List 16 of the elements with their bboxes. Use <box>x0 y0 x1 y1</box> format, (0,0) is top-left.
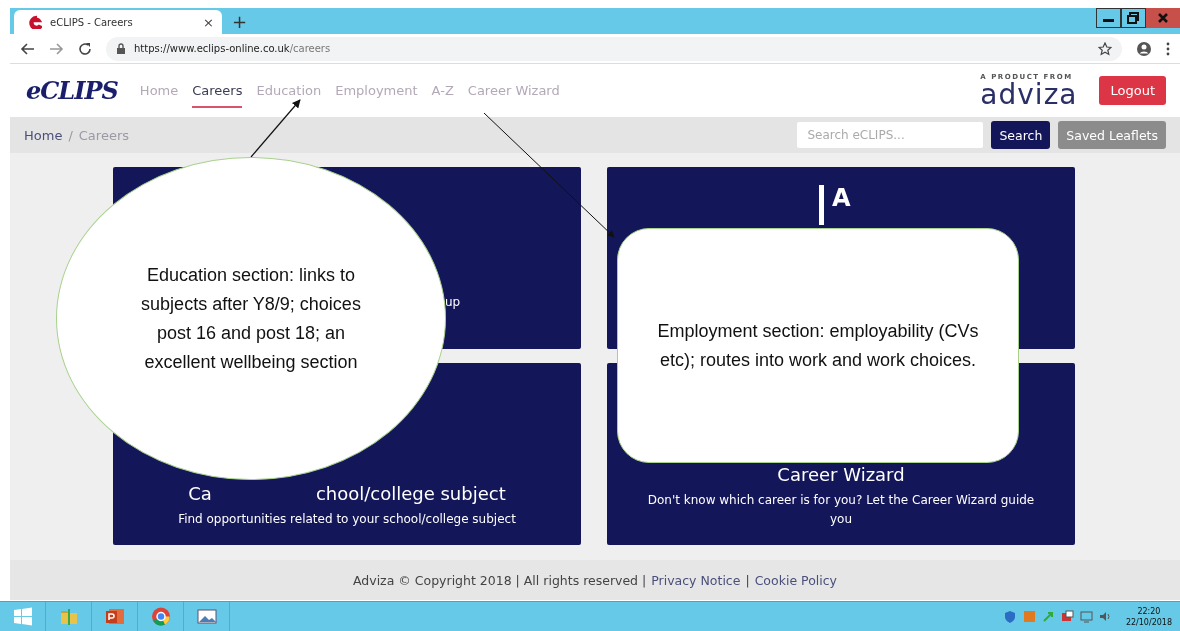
card-title: Career Wizard <box>777 464 905 485</box>
tab-title: eCLIPS - Careers <box>50 16 134 28</box>
card-description: Don't know which career is for you? Let the Career Wizard guide you <box>646 492 1036 528</box>
clock-date: 22/10/2018 <box>1125 616 1172 628</box>
footer-separator: | <box>745 572 750 588</box>
card-title: Ca <box>188 483 212 504</box>
card-text: up <box>445 295 461 309</box>
callout-tooltip: Employment section: employability (CVs etc); routes into work and work choices. <box>617 228 1019 463</box>
az-icon-letter: A <box>832 185 851 211</box>
card-description: Find opportunities related to your school/college subject <box>177 511 517 528</box>
clock-time: 22:20 <box>1137 605 1161 617</box>
brand-logo: adviza <box>980 80 1078 109</box>
card-title: chool/college subject <box>315 483 506 504</box>
breadcrumb-separator: / <box>68 127 73 143</box>
copyright-text: Adviza © Copyright 2018 | All rights reserved | <box>353 572 647 588</box>
url-text: https://www.eclips-online.co.uk/careers <box>134 43 331 54</box>
